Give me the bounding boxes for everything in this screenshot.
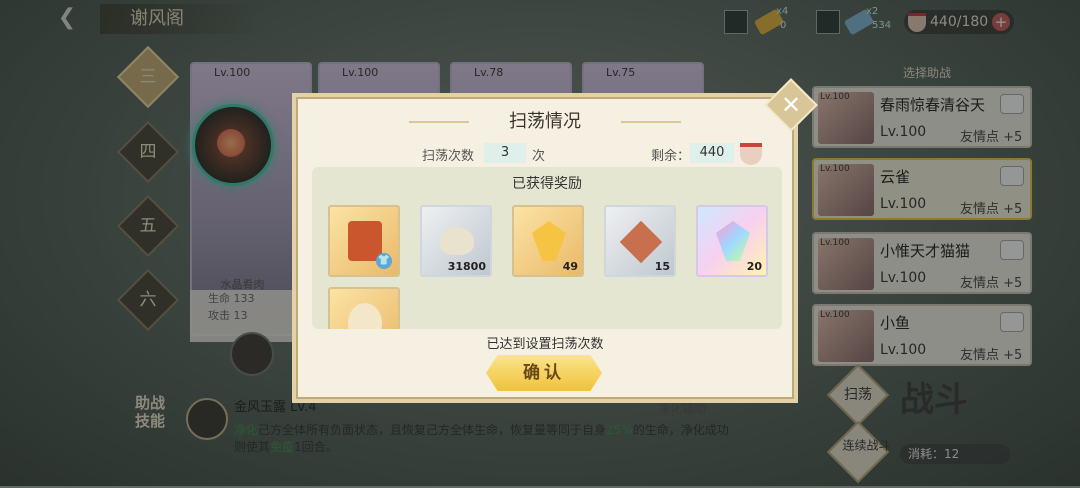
rainbow-crystal-icon [716,221,750,261]
reward-item[interactable] [328,287,400,329]
reward-count: 20 [746,260,762,273]
sweep-count-value: 3 [484,143,526,163]
sweep-result-dialog: 扫荡情况 扫荡次数 3 次 剩余： 440 已获得奖励 👕 31800 49 1… [292,93,798,403]
shirt-badge-icon: 👕 [376,253,392,269]
reward-count: 31800 [447,260,486,273]
reward-item[interactable]: 👕 [328,205,400,277]
sweep-count-label: 扫荡次数 [422,149,475,164]
reward-count: 15 [654,260,670,273]
reward-item[interactable]: 49 [512,205,584,277]
rewards-panel: 已获得奖励 👕 31800 49 15 20 [312,167,782,329]
sweep-limit-note: 已达到设置扫荡次数 [486,337,604,352]
gold-crystal-icon [532,221,566,261]
reward-count: 49 [562,260,578,273]
modal-header: 扫荡情况 [409,107,681,137]
remain-value: 440 [690,143,734,163]
rewards-title: 已获得奖励 [512,176,582,192]
rice-bowl-icon [740,143,762,165]
sweep-count-unit: 次 [532,149,546,164]
reward-item[interactable]: 15 [604,205,676,277]
reward-item[interactable]: 31800 [420,205,492,277]
modal-title: 扫荡情况 [509,111,581,132]
close-icon: ✕ [780,91,802,119]
reward-item[interactable]: 20 [696,205,768,277]
silver-coin-icon [440,227,474,255]
remain-label: 剩余： [651,149,691,164]
red-stone-icon [619,220,663,264]
dish-icon [348,303,382,329]
confirm-button[interactable]: 确认 [486,355,602,391]
